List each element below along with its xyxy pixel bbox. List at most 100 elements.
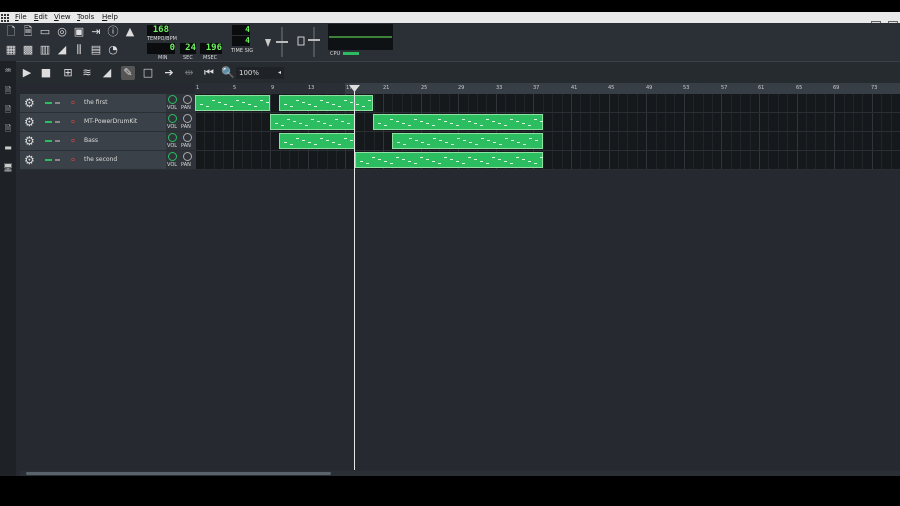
grid-line: [796, 132, 798, 150]
samples-browser-icon[interactable]: 🗎: [3, 105, 13, 115]
add-beat-track-icon[interactable]: ⊞: [61, 66, 75, 80]
note-tick: [296, 138, 299, 139]
song-editor-icon[interactable]: ▦: [4, 43, 18, 57]
track-row-mt-powerdrumkit[interactable]: [195, 113, 900, 132]
pattern-clip[interactable]: [279, 95, 373, 111]
track-row-the-second[interactable]: [195, 151, 900, 170]
loop-points-icon[interactable]: ⇹: [182, 66, 196, 80]
zoom-select[interactable]: 100% ◂: [236, 67, 284, 79]
menu-tools[interactable]: Tools: [77, 12, 94, 23]
draw-mode-icon[interactable]: ✎: [121, 66, 135, 80]
menu-file[interactable]: File: [15, 12, 27, 23]
recent-projects-icon[interactable]: ◎: [55, 25, 69, 39]
new-project-icon[interactable]: 🗋: [4, 25, 18, 39]
automation-editor-icon[interactable]: ◢: [55, 43, 69, 57]
note-tick: [248, 104, 251, 105]
scrollbar-thumb[interactable]: [26, 472, 331, 475]
solo-toggle[interactable]: [55, 102, 60, 104]
grid-line: [777, 113, 779, 131]
solo-toggle[interactable]: [55, 140, 60, 142]
bar-label: 25: [421, 85, 428, 91]
track-header[interactable]: ⚙ ⚪ the second VOL PAN: [20, 151, 196, 170]
menu-help[interactable]: Help: [102, 12, 118, 23]
metronome-icon[interactable]: ▲: [123, 25, 137, 39]
pattern-clip[interactable]: [355, 152, 543, 168]
time-signature-numerator[interactable]: 4: [232, 25, 250, 35]
pan-knob[interactable]: [183, 95, 192, 104]
track-name[interactable]: MT-PowerDrumKit: [84, 118, 137, 125]
volume-knob[interactable]: [168, 114, 177, 123]
mute-toggle[interactable]: [45, 140, 52, 142]
time-signature-denominator[interactable]: 4: [232, 36, 250, 46]
menu-edit[interactable]: Edit: [34, 12, 48, 23]
knobs: VOL PAN: [166, 132, 196, 150]
grid-line: [777, 94, 779, 112]
open-project-icon[interactable]: ▭: [38, 25, 52, 39]
mute-toggle[interactable]: [45, 159, 52, 161]
pan-knob[interactable]: [183, 152, 192, 161]
note-tick: [242, 102, 245, 103]
pattern-clip[interactable]: [392, 133, 543, 149]
track-row-the-first[interactable]: [195, 94, 900, 113]
add-sample-track-icon[interactable]: ≋: [80, 66, 94, 80]
volume-knob[interactable]: [168, 95, 177, 104]
solo-toggle[interactable]: [55, 121, 60, 123]
controller-rack-icon[interactable]: ◔: [106, 43, 120, 57]
instrument-plugins-icon[interactable]: ♒: [3, 66, 13, 76]
grid-line: [721, 132, 723, 150]
track-header[interactable]: ⚙ ⚪ Bass VOL PAN: [20, 132, 196, 151]
computer-icon[interactable]: 🖥: [3, 163, 13, 173]
pan-knob[interactable]: [183, 114, 192, 123]
tempo-display[interactable]: 168: [147, 25, 169, 36]
auto-scroll-icon[interactable]: ➔: [162, 66, 176, 80]
stop-icon[interactable]: ■: [39, 66, 53, 80]
track-name[interactable]: the second: [84, 156, 117, 163]
playhead-marker-icon[interactable]: [349, 85, 360, 93]
presets-browser-icon[interactable]: 🗎: [3, 124, 13, 134]
playhead[interactable]: [354, 86, 355, 470]
app-menu-icon[interactable]: [1, 13, 10, 22]
export-icon[interactable]: ⇥: [89, 25, 103, 39]
projects-browser-icon[interactable]: 🗎: [3, 86, 13, 96]
pattern-clip[interactable]: [270, 114, 355, 130]
solo-toggle[interactable]: [55, 159, 60, 161]
grid-line: [260, 113, 262, 131]
grid-line: [702, 132, 704, 150]
mixer-icon[interactable]: ⫼: [72, 43, 86, 57]
volume-knob[interactable]: [168, 133, 177, 142]
piano-roll-icon[interactable]: ▥: [38, 43, 52, 57]
song-editor-toolbar: ▶ ■ ⊞ ≋ ◢ ✎ □ ➔ ⇹ ⏮ 🔍 100% ◂: [0, 61, 900, 84]
note-tick: [402, 159, 405, 160]
new-from-template-icon[interactable]: 🗎: [21, 25, 35, 39]
edit-mode-icon[interactable]: □: [141, 66, 155, 80]
note-tick: [438, 119, 441, 120]
home-folder-icon[interactable]: ▬: [3, 143, 13, 153]
mute-toggle[interactable]: [45, 121, 52, 123]
track-header[interactable]: ⚙ ⚪ MT-PowerDrumKit VOL PAN: [20, 113, 196, 132]
pattern-editor-icon[interactable]: ▩: [21, 43, 35, 57]
track-header[interactable]: ⚙ ⚪ the first VOL PAN: [20, 94, 196, 113]
menu-view[interactable]: View: [54, 12, 71, 23]
grid-line: [890, 151, 892, 169]
gear-icon[interactable]: ⚙: [24, 134, 35, 148]
info-icon[interactable]: ⓘ: [106, 25, 120, 39]
play-icon[interactable]: ▶: [20, 66, 34, 80]
project-notes-icon[interactable]: ▤: [89, 43, 103, 57]
gear-icon[interactable]: ⚙: [24, 115, 35, 129]
grid-line: [815, 132, 817, 150]
save-icon[interactable]: ▣: [72, 25, 86, 39]
track-name[interactable]: the first: [84, 99, 107, 106]
master-sliders[interactable]: [262, 25, 322, 59]
pan-knob[interactable]: [183, 133, 192, 142]
volume-knob[interactable]: [168, 152, 177, 161]
track-row-bass[interactable]: [195, 132, 900, 151]
mute-toggle[interactable]: [45, 102, 52, 104]
add-automation-track-icon[interactable]: ◢: [100, 66, 114, 80]
pattern-clip[interactable]: [279, 133, 355, 149]
gear-icon[interactable]: ⚙: [24, 153, 35, 167]
pattern-clip[interactable]: [373, 114, 543, 130]
stop-behaviour-icon[interactable]: ⏮: [202, 66, 216, 80]
gear-icon[interactable]: ⚙: [24, 96, 35, 110]
pattern-clip[interactable]: [195, 95, 270, 111]
track-name[interactable]: Bass: [84, 137, 98, 144]
